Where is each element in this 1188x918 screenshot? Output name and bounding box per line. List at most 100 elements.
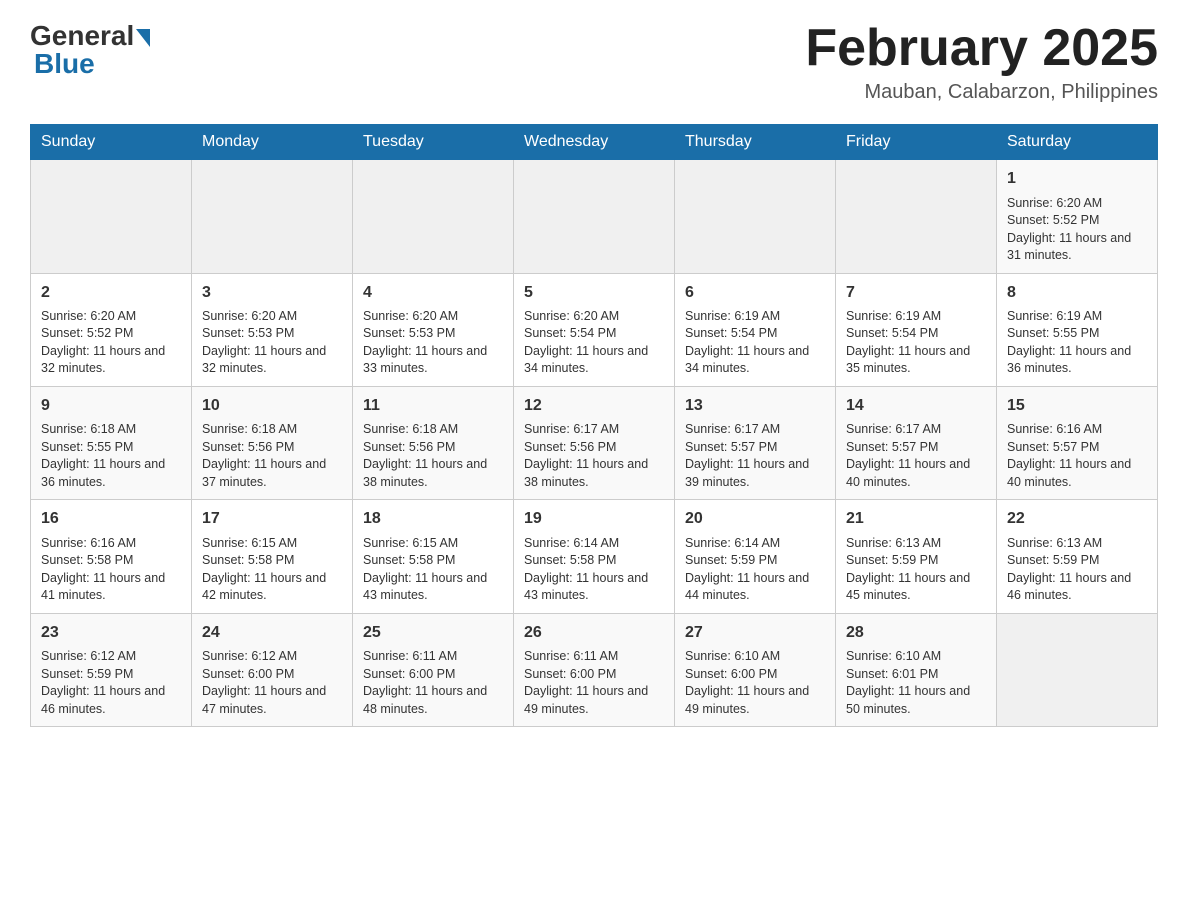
day-cell <box>353 160 514 273</box>
day-number: 26 <box>524 622 664 644</box>
day-number: 12 <box>524 395 664 417</box>
day-number: 18 <box>363 508 503 530</box>
day-number: 20 <box>685 508 825 530</box>
day-header-friday: Friday <box>836 125 997 160</box>
calendar-subtitle: Mauban, Calabarzon, Philippines <box>805 81 1158 104</box>
day-info: Sunrise: 6:15 AM Sunset: 5:58 PM Dayligh… <box>202 535 342 605</box>
day-header-thursday: Thursday <box>675 125 836 160</box>
day-cell <box>514 160 675 273</box>
day-number: 5 <box>524 282 664 304</box>
day-cell: 8 Sunrise: 6:19 AM Sunset: 5:55 PM Daylig… <box>997 273 1158 386</box>
day-cell: 13 Sunrise: 6:17 AM Sunset: 5:57 PM Dayli… <box>675 386 836 499</box>
day-info: Sunrise: 6:14 AM Sunset: 5:58 PM Dayligh… <box>524 535 664 605</box>
day-cell: 6 Sunrise: 6:19 AM Sunset: 5:54 PM Daylig… <box>675 273 836 386</box>
day-number: 27 <box>685 622 825 644</box>
day-number: 21 <box>846 508 986 530</box>
day-cell: 28 Sunrise: 6:10 AM Sunset: 6:01 PM Dayli… <box>836 613 997 726</box>
day-cell: 15 Sunrise: 6:16 AM Sunset: 5:57 PM Dayli… <box>997 386 1158 499</box>
day-cell: 26 Sunrise: 6:11 AM Sunset: 6:00 PM Dayli… <box>514 613 675 726</box>
day-cell: 17 Sunrise: 6:15 AM Sunset: 5:58 PM Dayli… <box>192 500 353 613</box>
day-number: 11 <box>363 395 503 417</box>
day-cell: 16Sunrise: 6:16 AM Sunset: 5:58 PM Dayli… <box>31 500 192 613</box>
day-number: 25 <box>363 622 503 644</box>
day-info: Sunrise: 6:20 AM Sunset: 5:53 PM Dayligh… <box>202 308 342 378</box>
day-header-wednesday: Wednesday <box>514 125 675 160</box>
calendar-title: February 2025 <box>805 20 1158 77</box>
day-info: Sunrise: 6:11 AM Sunset: 6:00 PM Dayligh… <box>524 648 664 718</box>
day-cell <box>836 160 997 273</box>
title-block: February 2025 Mauban, Calabarzon, Philip… <box>805 20 1158 104</box>
day-info: Sunrise: 6:20 AM Sunset: 5:52 PM Dayligh… <box>41 308 181 378</box>
day-cell: 12 Sunrise: 6:17 AM Sunset: 5:56 PM Dayli… <box>514 386 675 499</box>
day-cell: 22 Sunrise: 6:13 AM Sunset: 5:59 PM Dayli… <box>997 500 1158 613</box>
day-cell: 24Sunrise: 6:12 AM Sunset: 6:00 PM Dayli… <box>192 613 353 726</box>
day-cell <box>31 160 192 273</box>
day-cell: 21 Sunrise: 6:13 AM Sunset: 5:59 PM Dayli… <box>836 500 997 613</box>
day-cell: 5Sunrise: 6:20 AM Sunset: 5:54 PM Daylig… <box>514 273 675 386</box>
day-number: 8 <box>1007 282 1147 304</box>
day-number: 4 <box>363 282 503 304</box>
day-info: Sunrise: 6:11 AM Sunset: 6:00 PM Dayligh… <box>363 648 503 718</box>
calendar-header: SundayMondayTuesdayWednesdayThursdayFrid… <box>31 125 1158 160</box>
calendar-body: 1 Sunrise: 6:20 AM Sunset: 5:52 PM Daylig… <box>31 160 1158 727</box>
day-cell: 18 Sunrise: 6:15 AM Sunset: 5:58 PM Dayli… <box>353 500 514 613</box>
day-number: 1 <box>1007 168 1147 190</box>
day-cell: 4Sunrise: 6:20 AM Sunset: 5:53 PM Daylig… <box>353 273 514 386</box>
day-info: Sunrise: 6:17 AM Sunset: 5:56 PM Dayligh… <box>524 421 664 491</box>
day-info: Sunrise: 6:18 AM Sunset: 5:55 PM Dayligh… <box>41 421 181 491</box>
day-info: Sunrise: 6:17 AM Sunset: 5:57 PM Dayligh… <box>685 421 825 491</box>
day-number: 7 <box>846 282 986 304</box>
logo-arrow-icon <box>136 29 150 47</box>
day-number: 22 <box>1007 508 1147 530</box>
day-cell: 25 Sunrise: 6:11 AM Sunset: 6:00 PM Dayli… <box>353 613 514 726</box>
day-number: 6 <box>685 282 825 304</box>
logo: General Blue <box>30 20 150 80</box>
day-info: Sunrise: 6:13 AM Sunset: 5:59 PM Dayligh… <box>1007 535 1147 605</box>
day-number: 24 <box>202 622 342 644</box>
day-cell: 7Sunrise: 6:19 AM Sunset: 5:54 PM Daylig… <box>836 273 997 386</box>
day-info: Sunrise: 6:14 AM Sunset: 5:59 PM Dayligh… <box>685 535 825 605</box>
week-row-5: 23 Sunrise: 6:12 AM Sunset: 5:59 PM Dayli… <box>31 613 1158 726</box>
day-header-monday: Monday <box>192 125 353 160</box>
day-info: Sunrise: 6:18 AM Sunset: 5:56 PM Dayligh… <box>202 421 342 491</box>
day-info: Sunrise: 6:19 AM Sunset: 5:55 PM Dayligh… <box>1007 308 1147 378</box>
day-cell <box>192 160 353 273</box>
day-number: 2 <box>41 282 181 304</box>
day-cell: 23 Sunrise: 6:12 AM Sunset: 5:59 PM Dayli… <box>31 613 192 726</box>
day-info: Sunrise: 6:10 AM Sunset: 6:01 PM Dayligh… <box>846 648 986 718</box>
day-cell <box>675 160 836 273</box>
day-info: Sunrise: 6:12 AM Sunset: 5:59 PM Dayligh… <box>41 648 181 718</box>
day-cell: 11 Sunrise: 6:18 AM Sunset: 5:56 PM Dayli… <box>353 386 514 499</box>
days-of-week-row: SundayMondayTuesdayWednesdayThursdayFrid… <box>31 125 1158 160</box>
day-cell: 10 Sunrise: 6:18 AM Sunset: 5:56 PM Dayli… <box>192 386 353 499</box>
day-info: Sunrise: 6:17 AM Sunset: 5:57 PM Dayligh… <box>846 421 986 491</box>
calendar-table: SundayMondayTuesdayWednesdayThursdayFrid… <box>30 124 1158 727</box>
day-number: 23 <box>41 622 181 644</box>
day-header-tuesday: Tuesday <box>353 125 514 160</box>
day-number: 13 <box>685 395 825 417</box>
day-number: 17 <box>202 508 342 530</box>
day-info: Sunrise: 6:19 AM Sunset: 5:54 PM Dayligh… <box>685 308 825 378</box>
day-info: Sunrise: 6:16 AM Sunset: 5:58 PM Dayligh… <box>41 535 181 605</box>
day-number: 3 <box>202 282 342 304</box>
day-info: Sunrise: 6:16 AM Sunset: 5:57 PM Dayligh… <box>1007 421 1147 491</box>
day-header-saturday: Saturday <box>997 125 1158 160</box>
day-number: 9 <box>41 395 181 417</box>
week-row-1: 1 Sunrise: 6:20 AM Sunset: 5:52 PM Daylig… <box>31 160 1158 273</box>
day-cell <box>997 613 1158 726</box>
day-info: Sunrise: 6:18 AM Sunset: 5:56 PM Dayligh… <box>363 421 503 491</box>
logo-blue-text: Blue <box>34 48 150 80</box>
day-number: 15 <box>1007 395 1147 417</box>
day-cell: 27Sunrise: 6:10 AM Sunset: 6:00 PM Dayli… <box>675 613 836 726</box>
day-cell: 19Sunrise: 6:14 AM Sunset: 5:58 PM Dayli… <box>514 500 675 613</box>
day-cell: 3 Sunrise: 6:20 AM Sunset: 5:53 PM Daylig… <box>192 273 353 386</box>
day-cell: 9 Sunrise: 6:18 AM Sunset: 5:55 PM Daylig… <box>31 386 192 499</box>
day-header-sunday: Sunday <box>31 125 192 160</box>
day-info: Sunrise: 6:13 AM Sunset: 5:59 PM Dayligh… <box>846 535 986 605</box>
day-info: Sunrise: 6:20 AM Sunset: 5:52 PM Dayligh… <box>1007 195 1147 265</box>
day-info: Sunrise: 6:15 AM Sunset: 5:58 PM Dayligh… <box>363 535 503 605</box>
day-cell: 1 Sunrise: 6:20 AM Sunset: 5:52 PM Daylig… <box>997 160 1158 273</box>
day-number: 28 <box>846 622 986 644</box>
day-cell: 20 Sunrise: 6:14 AM Sunset: 5:59 PM Dayli… <box>675 500 836 613</box>
day-number: 10 <box>202 395 342 417</box>
